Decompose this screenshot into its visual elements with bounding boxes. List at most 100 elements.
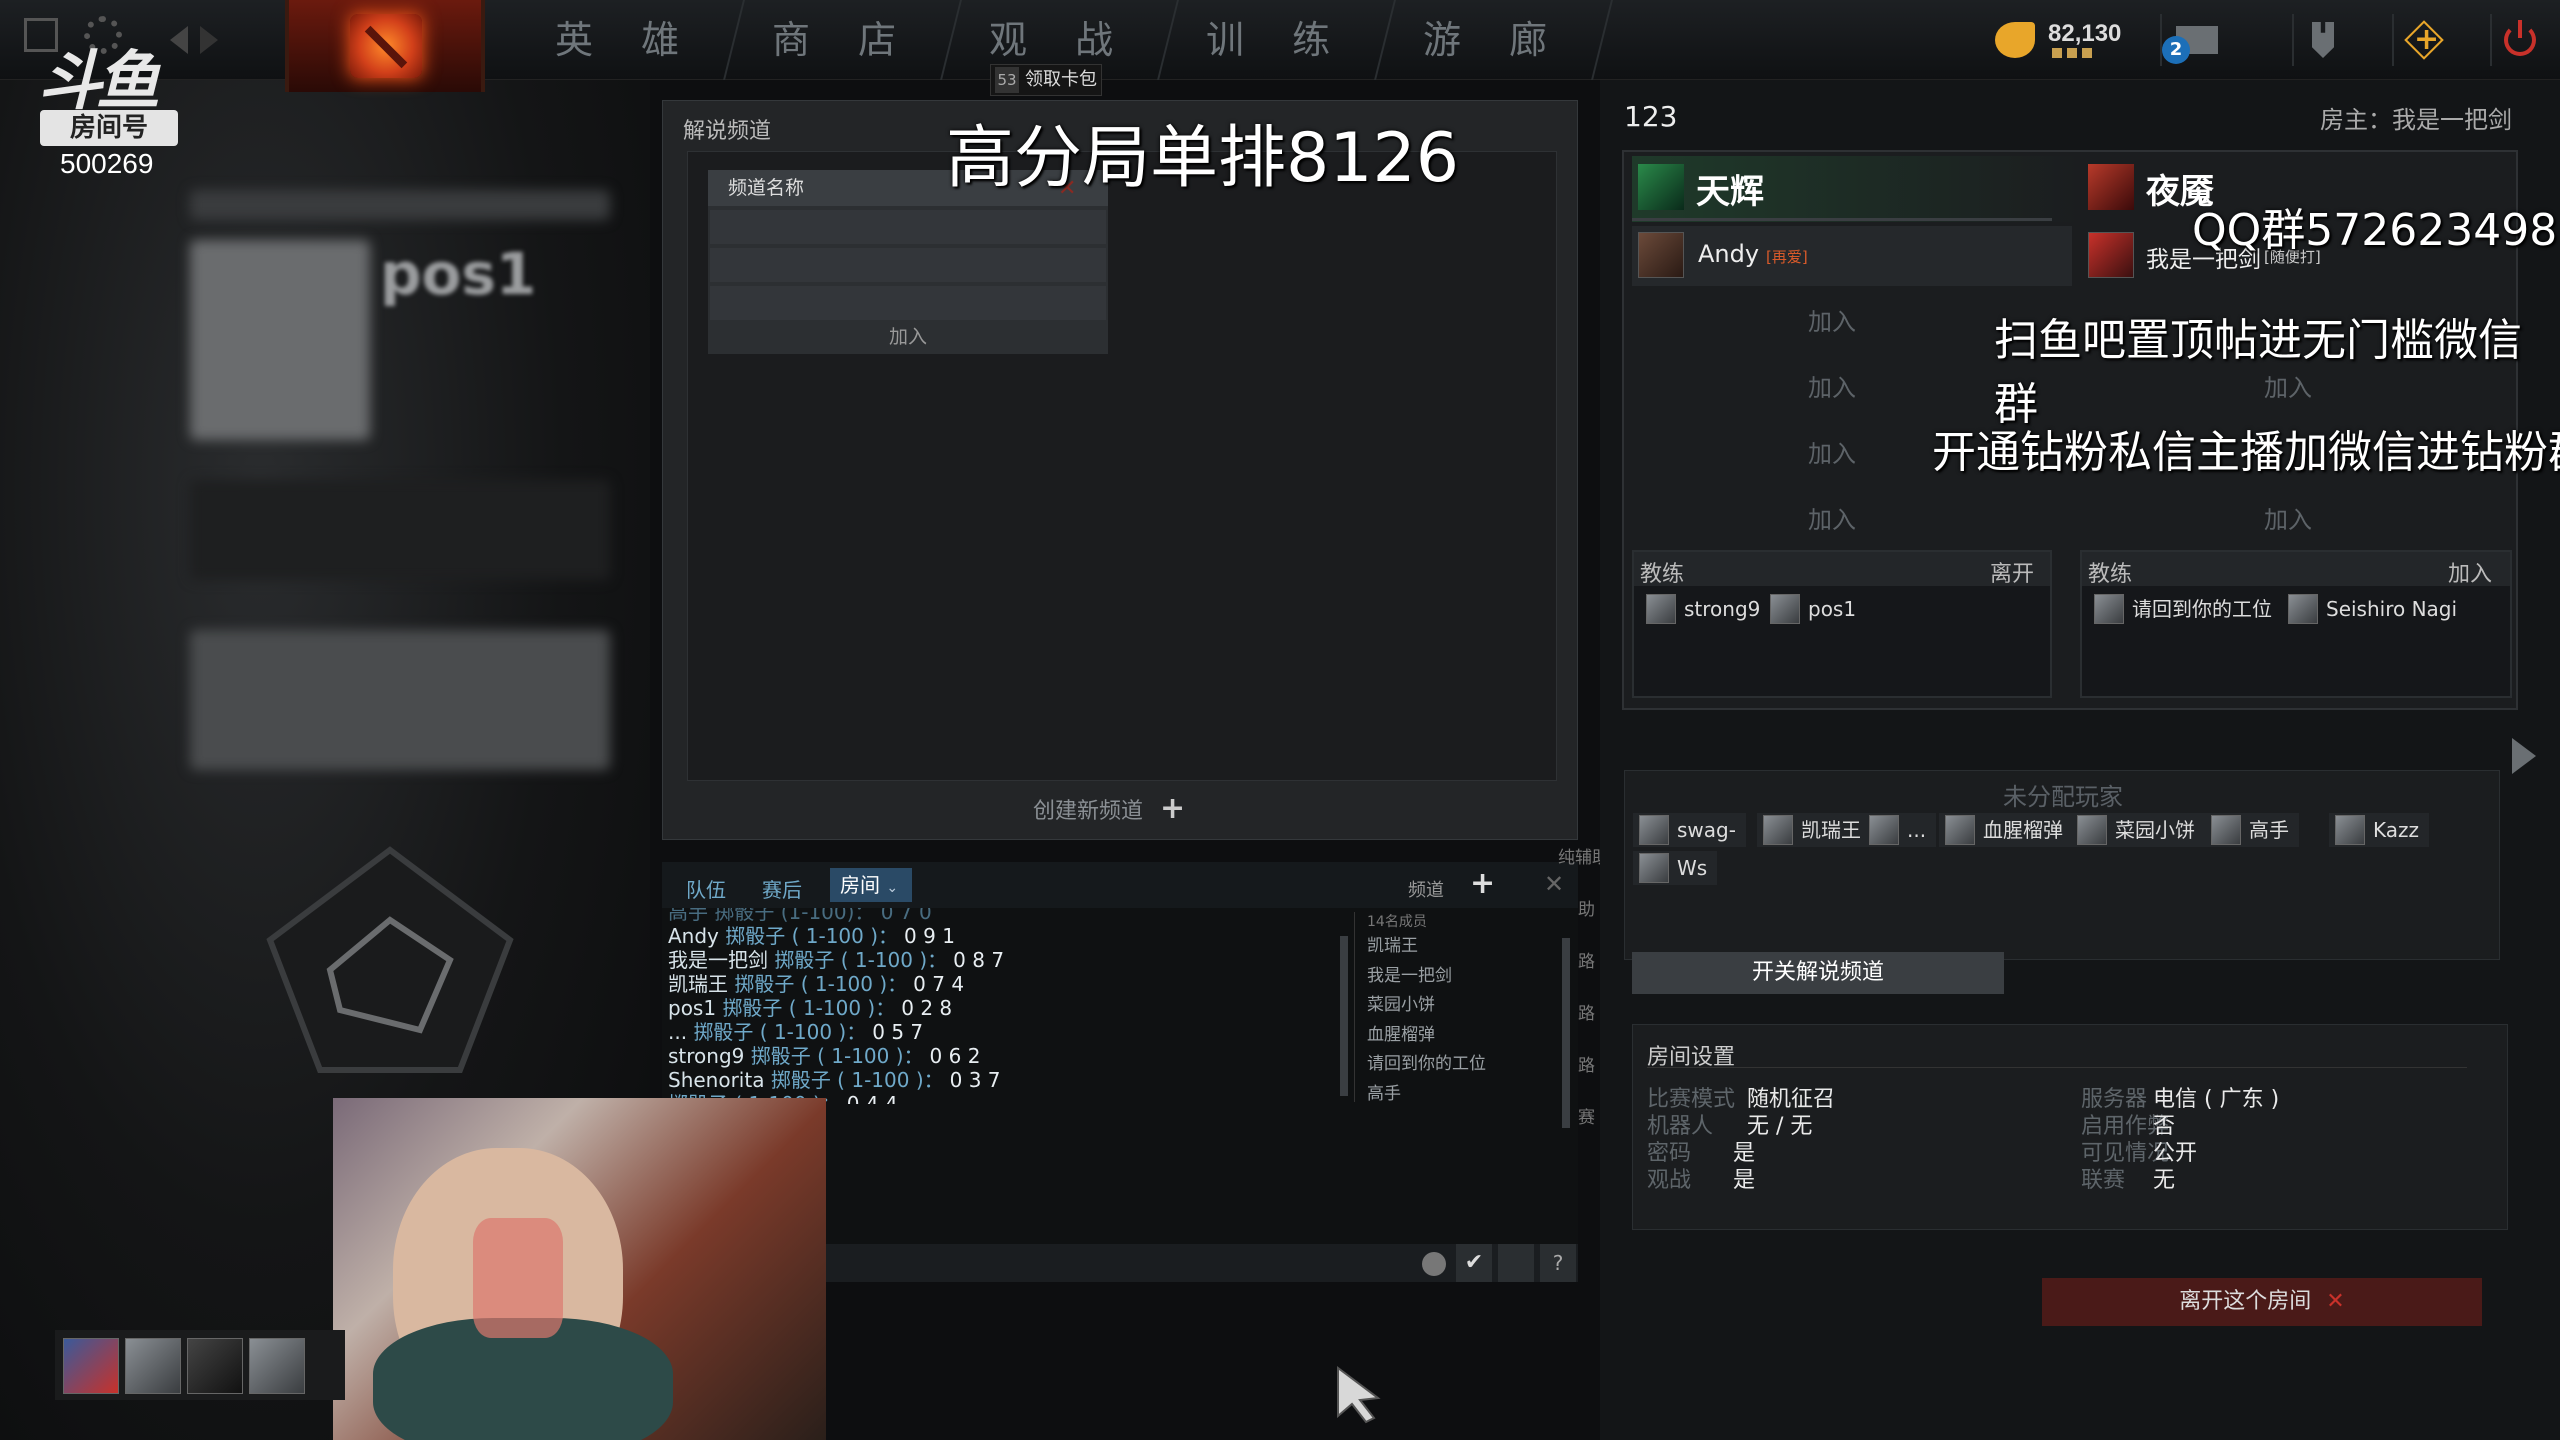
coach-member-name: Seishiro Nagi	[2326, 597, 2458, 621]
unassigned-player[interactable]: ...	[1863, 813, 1937, 847]
promo-line1-overlay: 扫鱼吧置顶帖进无门槛微信群	[1994, 315, 2522, 430]
radiant-join-slot[interactable]: 加入	[1808, 500, 1856, 535]
hero-portrait[interactable]	[125, 1338, 181, 1394]
player-avatar	[1763, 815, 1793, 845]
chat-line: strong9 掷骰子 ( 1-100 )： 0 6 2	[668, 1044, 1358, 1068]
coach-leave-button[interactable]: 离开	[1990, 556, 2034, 588]
member-item[interactable]: 我是一把剑	[1367, 962, 1554, 992]
tab-store[interactable]: 商 店	[727, 0, 962, 80]
card-pack-button[interactable]: 53 领取卡包	[990, 64, 1102, 96]
chat-line-value: 0 6 2	[929, 1044, 981, 1068]
card-pack-label: 领取卡包	[1025, 69, 1097, 90]
create-channel-button[interactable]: 创建新频道 +	[1033, 791, 1185, 826]
power-icon-line	[2518, 20, 2522, 38]
player-avatar	[1646, 594, 1676, 624]
tab-postgame[interactable]: 赛后	[762, 874, 802, 903]
player-avatar	[2288, 594, 2318, 624]
leave-room-button[interactable]: 离开这个房间 ✕	[2042, 1278, 2482, 1326]
app-root: pos1 英 雄 商 店 观 战 训 练 游 廊 82,130 2 + 斗鱼 房…	[0, 0, 2560, 1440]
radiant-join-slot[interactable]: 加入	[1808, 434, 1856, 469]
unassigned-player-name: swag-	[1677, 818, 1736, 842]
player-avatar	[2094, 594, 2124, 624]
member-list: 14名成员 凯瑞王我是一把剑菜园小饼血腥榴弹请回到你的工位高手...AndyKa…	[1354, 912, 1554, 1102]
emoji-icon[interactable]	[1422, 1252, 1446, 1276]
member-item[interactable]: 请回到你的工位	[1367, 1050, 1554, 1080]
setting-value: 是	[1733, 1168, 1756, 1193]
plus-button[interactable]: +	[2392, 14, 2448, 66]
member-item[interactable]: 菜园小饼	[1367, 991, 1554, 1021]
unassigned-player[interactable]: Ws	[1633, 851, 1718, 885]
power-button[interactable]	[2490, 14, 2546, 66]
setting-key: 观战	[1647, 1168, 1692, 1193]
channel-slot[interactable]	[710, 210, 1106, 244]
tab-team[interactable]: 队伍	[686, 874, 726, 903]
expand-arrow-icon[interactable]	[2512, 738, 2536, 774]
unassigned-player[interactable]: Kazz	[2329, 813, 2430, 847]
radiant-join-slot[interactable]: 加入	[1808, 368, 1856, 403]
unassigned-player[interactable]: 菜园小饼	[2071, 813, 2205, 847]
add-channel-icon[interactable]: +	[1470, 866, 1495, 901]
setting-value: 无 / 无	[1747, 1114, 1813, 1139]
chat-line-action: 掷骰子 ( 1-100 )：	[770, 1068, 944, 1092]
channel-slot[interactable]	[710, 248, 1106, 282]
forward-arrow-icon[interactable]	[200, 26, 218, 54]
room-settings-panel: 房间设置 比赛模式 随机征召 机器人无 / 无密码是观战是服务器 电信 ( 广东 ) 启…	[1632, 1024, 2508, 1230]
member-item[interactable]: 高手	[1367, 1080, 1554, 1103]
dire-join-slot[interactable]: 加入	[2264, 500, 2312, 535]
coach-member[interactable]: strong9	[1640, 592, 1770, 626]
qq-group-overlay: QQ群572623498	[2192, 205, 2558, 256]
unassigned-player[interactable]: 凯瑞王	[1757, 813, 1871, 847]
member-scrollbar[interactable]	[1562, 938, 1570, 1128]
coach-right-header: 教练 加入	[2082, 552, 2510, 588]
coach-join-button[interactable]: 加入	[2448, 556, 2492, 588]
chat-line: ... 掷骰子 ( 1-100 )： 0 5 7	[668, 1020, 1358, 1044]
chat-line-value: 0 4 4	[846, 1092, 898, 1104]
channel-slot[interactable]	[710, 286, 1106, 320]
member-item[interactable]: 凯瑞王	[1367, 932, 1554, 962]
player-avatar	[1639, 815, 1669, 845]
player-avatar	[2077, 815, 2107, 845]
chat-tab-bar: 队伍 赛后 房间 ⌄ 频道 + ✕	[662, 862, 1578, 908]
chat-line-action: 掷骰子 ( 1-100 )：	[734, 972, 908, 996]
tab-heroes[interactable]: 英 雄	[510, 0, 745, 80]
tab-room[interactable]: 房间 ⌄	[830, 868, 912, 902]
lobby-panel: 123 房主：我是一把剑 天辉 Andy [再爱] 加入 加入 加入 加入 夜魇	[1600, 80, 2560, 1440]
checkmark-icon[interactable]: ✔	[1456, 1244, 1492, 1282]
radiant-player-slot[interactable]: Andy [再爱]	[1632, 226, 2072, 286]
close-chat-icon[interactable]: ✕	[1544, 870, 1564, 898]
mail-button[interactable]: 2	[2160, 14, 2218, 66]
unassigned-panel: 未分配玩家 swag- 凯瑞王... 血腥榴弹 菜园小饼 高手 Kazz Ws	[1624, 770, 2500, 960]
chat-scrollbar[interactable]	[1340, 936, 1348, 1096]
member-item[interactable]: 血腥榴弹	[1367, 1021, 1554, 1051]
toggle-broadcast-button[interactable]: 开关解说频道	[1632, 952, 2004, 994]
hero-portrait[interactable]	[63, 1338, 119, 1394]
channel-join-button[interactable]: 加入	[708, 320, 1108, 354]
profile-avatar-blur	[190, 240, 370, 440]
hero-portrait[interactable]	[187, 1338, 243, 1394]
translate-icon[interactable]	[1498, 1244, 1534, 1282]
coach-member[interactable]: pos1	[1764, 592, 1866, 626]
player-avatar	[1869, 815, 1899, 845]
unassigned-player[interactable]: swag-	[1633, 813, 1746, 847]
unassigned-title: 未分配玩家	[2003, 783, 2123, 811]
unassigned-player[interactable]: 高手	[2205, 813, 2299, 847]
tab-room-label: 房间	[840, 873, 880, 897]
armory-button[interactable]	[2292, 14, 2348, 66]
side-label: 路	[1578, 1004, 1595, 1024]
coach-member[interactable]: 请回到你的工位	[2088, 592, 2282, 626]
hero-portrait[interactable]	[249, 1338, 305, 1394]
tab-arcade[interactable]: 游 廊	[1378, 0, 1613, 80]
create-channel-label: 创建新频道	[1033, 799, 1144, 824]
chat-line: Andy 掷骰子 ( 1-100 )： 0 9 1	[668, 924, 1358, 948]
chat-line-name: strong9	[668, 1044, 745, 1068]
unassigned-player[interactable]: 血腥榴弹	[1939, 813, 2073, 847]
notification-badge: 2	[2162, 36, 2190, 64]
unassigned-player-name: ...	[1907, 818, 1927, 842]
coach-member[interactable]: Seishiro Nagi	[2282, 592, 2467, 626]
tab-learn[interactable]: 训 练	[1161, 0, 1396, 80]
setting-key: 联赛	[2081, 1168, 2126, 1193]
radiant-join-slot[interactable]: 加入	[1808, 302, 1856, 337]
player-tag: [再爱]	[1766, 248, 1808, 266]
chevron-down-icon: ⌄	[886, 880, 899, 896]
help-icon[interactable]: ?	[1540, 1244, 1576, 1282]
